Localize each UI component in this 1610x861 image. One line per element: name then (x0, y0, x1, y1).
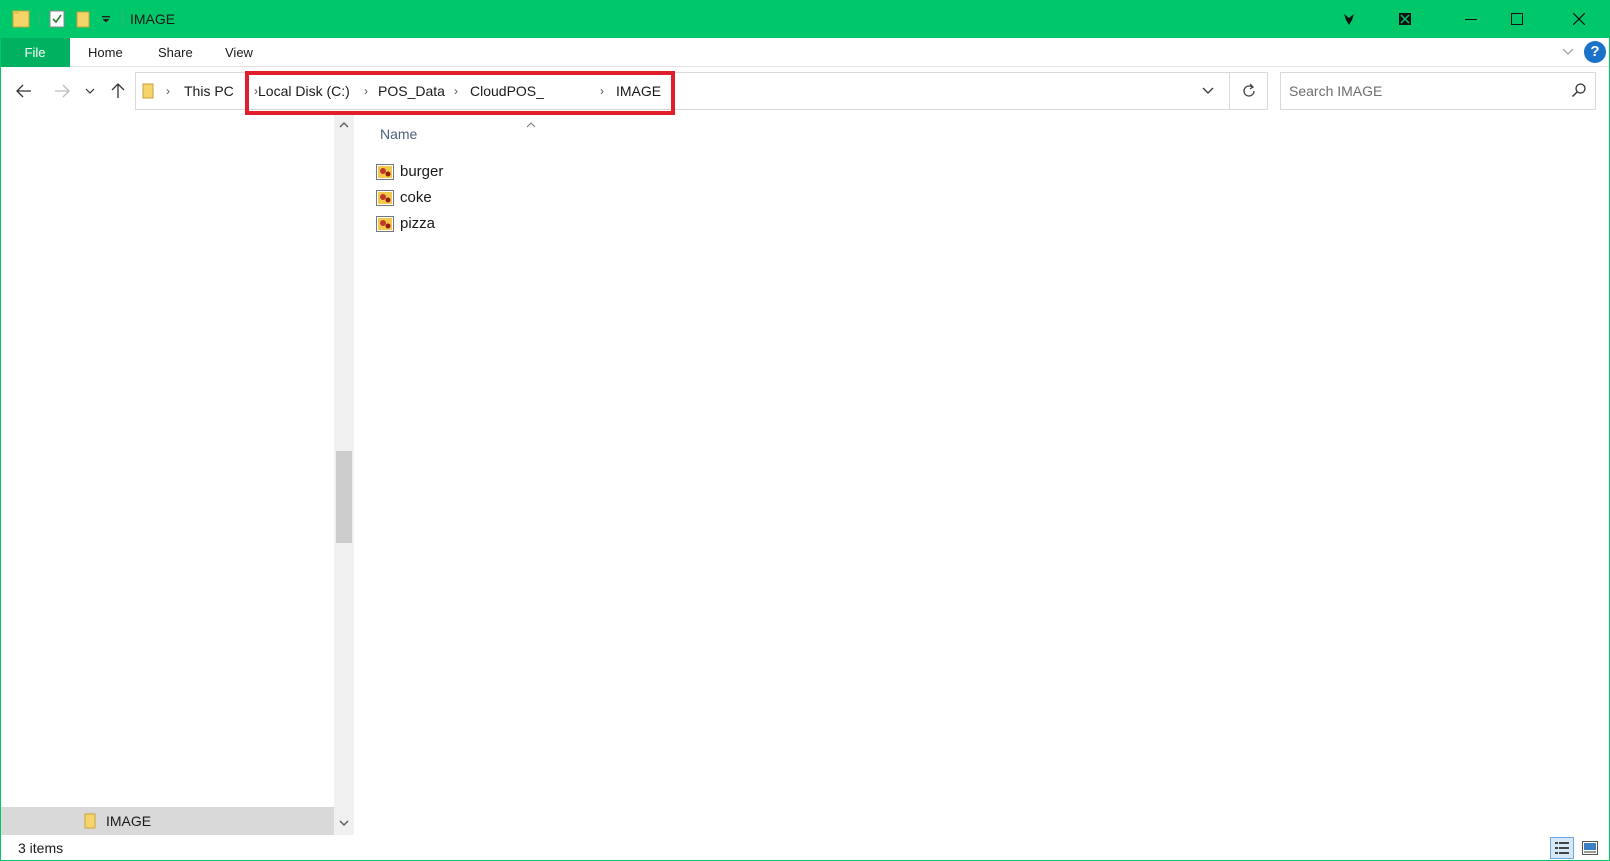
ribbon: File Home Share View ? (0, 38, 1610, 67)
expand-ribbon-icon[interactable] (1558, 42, 1578, 62)
tab-view[interactable]: View (213, 38, 265, 67)
properties-checkbox-icon[interactable] (46, 0, 68, 38)
refresh-icon[interactable] (1230, 72, 1268, 110)
up-arrow-icon[interactable] (104, 77, 132, 105)
breadcrumb-separator-icon[interactable]: › (600, 73, 604, 109)
file-row[interactable]: coke (370, 185, 670, 211)
maximize-icon[interactable] (1494, 0, 1540, 38)
item-count: 3 items (18, 840, 64, 856)
file-row[interactable]: pizza (370, 211, 670, 237)
column-header-name[interactable]: Name (380, 126, 417, 142)
search-box[interactable] (1280, 72, 1596, 110)
customize-dropdown-icon[interactable] (96, 0, 116, 38)
tab-share[interactable]: Share (146, 38, 205, 67)
file-name: pizza (400, 215, 436, 232)
breadcrumb-separator-icon[interactable]: › (454, 73, 458, 109)
nav-item-image[interactable]: IMAGE (0, 807, 334, 835)
file-tab[interactable]: File (0, 38, 70, 67)
help-icon[interactable]: ? (1584, 41, 1606, 63)
pin-icon[interactable] (1326, 0, 1372, 38)
window-title: IMAGE (130, 11, 176, 27)
image-file-icon (376, 216, 394, 235)
scroll-thumb[interactable] (336, 451, 352, 543)
sort-ascending-icon (526, 115, 536, 131)
nav-item-label: IMAGE (106, 813, 152, 829)
app-icon[interactable] (1382, 0, 1428, 38)
breadcrumb-cloudpos[interactable]: CloudPOS_ (470, 73, 544, 109)
scroll-down-chevron-icon[interactable] (336, 815, 352, 831)
folder-icon (84, 813, 96, 832)
file-name: burger (400, 163, 444, 180)
file-row[interactable]: burger (370, 159, 670, 185)
minimize-icon[interactable] (1448, 0, 1494, 38)
folder-icon (142, 83, 154, 102)
breadcrumb-this-pc[interactable]: This PC (184, 73, 234, 109)
search-input[interactable] (1281, 73, 1561, 109)
tab-home[interactable]: Home (76, 38, 135, 67)
breadcrumb-image[interactable]: IMAGE (616, 73, 661, 109)
back-arrow-icon[interactable] (10, 77, 38, 105)
breadcrumb-separator-icon[interactable]: › (364, 73, 368, 109)
file-name: coke (400, 189, 432, 206)
navigation-pane: IMAGE (0, 115, 354, 835)
close-icon[interactable] (1556, 0, 1602, 38)
scroll-up-chevron-icon[interactable] (336, 117, 352, 133)
nav-pane-scrollbar[interactable] (334, 115, 354, 835)
large-icons-view-icon[interactable] (1578, 837, 1602, 859)
title-bar: IMAGE (0, 0, 1610, 38)
breadcrumb-local-disk[interactable]: Local Disk (C:) (258, 73, 350, 109)
image-file-icon (376, 164, 394, 183)
forward-arrow-icon[interactable] (48, 77, 76, 105)
recent-locations-chevron-icon[interactable] (80, 77, 100, 105)
address-bar[interactable]: › This PC › Local Disk (C:) › POS_Data ›… (135, 72, 1230, 110)
address-dropdown-chevron-icon[interactable] (1195, 72, 1221, 110)
breadcrumb-pos-data[interactable]: POS_Data (378, 73, 445, 109)
navigation-bar: › This PC › Local Disk (C:) › POS_Data ›… (0, 67, 1610, 115)
folder-icon (10, 0, 32, 38)
status-bar: 3 items (0, 835, 1610, 861)
details-view-icon[interactable] (1550, 837, 1574, 859)
image-file-icon (376, 190, 394, 209)
search-icon[interactable] (1571, 82, 1587, 101)
file-list: Name burger coke pizza (354, 115, 1610, 835)
breadcrumb-separator-icon[interactable]: › (166, 73, 170, 109)
new-folder-icon[interactable] (72, 0, 94, 38)
